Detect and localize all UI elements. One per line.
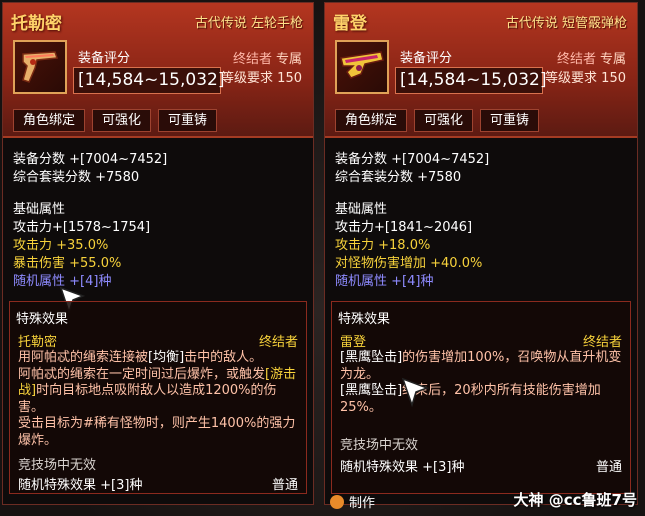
owner-suffix: 专属 [275,52,302,67]
revolver-icon [13,40,67,94]
base-attr-title: 基础属性 [13,202,66,217]
skill-keyword: [黑鹰坠击] [340,350,403,365]
tag-row: 角色绑定 可强化 可重铸 [335,109,540,132]
special-name: 雷登 [340,335,367,350]
rating-value: [14,584~15,032] [395,67,546,94]
item-name: 托勒密 [11,14,62,34]
rating-label: 装备评分 [78,51,131,66]
item-category: 古代传说 左轮手枪 [194,16,303,31]
desc-text: 时向目标地点吸附敌人以造成1200%的伤害。 [18,383,277,415]
rating-value: [14,584~15,032] [73,67,224,94]
skill-keyword: [均衡] [148,350,185,365]
special-title: 特殊效果 [338,312,391,327]
owner-suffix: 专属 [599,52,626,67]
special-description: [黑鹰坠击]的伤害增加100%，召唤物从直升机变为龙。 [黑鹰坠击]结束后，20… [340,350,622,416]
level-requirement: 等级要求 150 [221,71,302,86]
random-special-row: 随机特殊效果 +[3]种 普通 [340,456,622,475]
owner-class: 终结者 专属 [557,48,626,67]
set-score: 综合套装分数 +7580 [13,170,140,185]
stats-body: 装备分数 +[7004~7452] 综合套装分数 +7580 基础属性 攻击力+… [335,151,627,291]
crit-damage: 暴击伤害 +55.0% [13,256,122,271]
tag-reforge: 可重铸 [158,109,218,132]
base-attr-title: 基础属性 [335,202,388,217]
arena-note: 竞技场中无效 [340,438,419,453]
item-name: 雷登 [333,14,367,34]
desc-text: 击中的敌人。 [184,350,263,365]
special-title: 特殊效果 [16,312,69,327]
craft-label: 制作 [349,496,376,511]
tag-bind: 角色绑定 [335,109,408,132]
tag-reforge: 可重铸 [480,109,540,132]
set-score: 综合套装分数 +7580 [335,170,462,185]
special-effect-box: 特殊效果 托勒密 终结者 用阿帕忒的绳索连接被[均衡]击中的敌人。 阿帕忒的绳索… [9,301,307,494]
shotgun-icon [335,40,389,94]
stats-body: 装备分数 +[7004~7452] 综合套装分数 +7580 基础属性 攻击力+… [13,151,303,291]
special-name: 托勒密 [18,335,58,350]
item-tooltip-ptolemy: 托勒密 古代传说 左轮手枪 装备评分 [14,584~15,032] 终结者 专属… [2,2,314,505]
special-owner: 终结者 [582,335,622,350]
arena-note: 竞技场中无效 [18,458,97,473]
random-special: 随机特殊效果 +[3]种 [340,460,465,475]
item-category: 古代传说 短管霰弹枪 [505,16,627,31]
random-attr: 随机属性 +[4]种 [335,274,434,289]
rating-label: 装备评分 [400,51,453,66]
special-owner: 终结者 [258,335,298,350]
random-special-row: 随机特殊效果 +[3]种 普通 [18,474,298,493]
watermark: 大神 @cc鲁班7号 [513,491,637,509]
owner-prefix: 终结者 [232,52,272,67]
equip-score: 装备分数 +[7004~7452] [335,152,490,167]
tag-enhance: 可强化 [92,109,152,132]
attack-value: 攻击力+[1841~2046] [335,220,473,235]
mouse-cursor-icon [401,377,429,408]
monster-damage: 对怪物伤害增加 +40.0% [335,256,483,271]
desc-text: 阿帕忒的绳索在一定时间过后爆炸，或触发 [18,366,266,382]
random-attr: 随机属性 +[4]种 [13,274,112,289]
desc-text: 用阿帕忒的绳索连接被 [18,350,149,365]
special-effect-box: 特殊效果 雷登 终结者 [黑鹰坠击]的伤害增加100%，召唤物从直升机变为龙。 … [331,301,631,494]
owner-prefix: 终结者 [556,52,596,67]
attack-value: 攻击力+[1578~1754] [13,220,151,235]
skill-keyword: [黑鹰坠击] [340,383,403,398]
desc-text: 受击目标为#稀有怪物时，则产生1400%的强力爆炸。 [18,416,296,448]
grade-label: 普通 [595,460,622,475]
tag-bind: 角色绑定 [13,109,86,132]
level-requirement: 等级要求 150 [545,71,626,86]
craft-icon [330,494,344,509]
grade-label: 普通 [271,478,298,493]
random-special: 随机特殊效果 +[3]种 [18,478,143,493]
item-tooltip-raiden: 雷登 古代传说 短管霰弹枪 装备评分 [14,584~15,032] 终结者 专属… [324,2,638,505]
tag-enhance: 可强化 [414,109,474,132]
special-description: 用阿帕忒的绳索连接被[均衡]击中的敌人。 阿帕忒的绳索在一定时间过后爆炸，或触发… [18,350,298,449]
attack-percent: 攻击力 +18.0% [335,238,431,253]
owner-class: 终结者 专属 [233,48,302,67]
attack-percent: 攻击力 +35.0% [13,238,109,253]
tag-row: 角色绑定 可强化 可重铸 [13,109,218,132]
equip-score: 装备分数 +[7004~7452] [13,152,168,167]
craft-button[interactable]: 制作 [330,492,375,511]
